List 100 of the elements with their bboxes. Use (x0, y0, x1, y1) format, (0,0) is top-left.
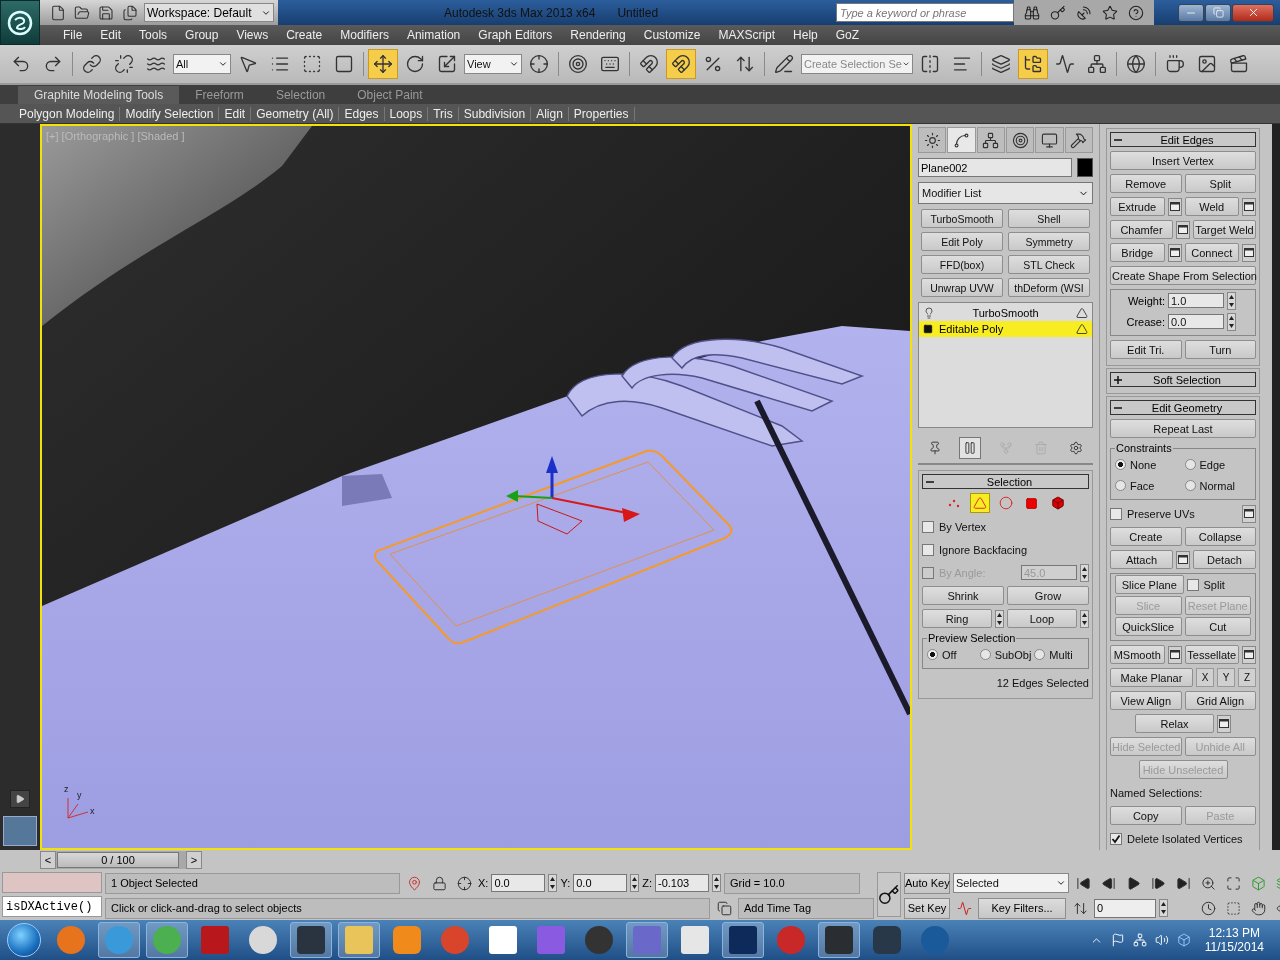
command-button[interactable]: Collapse (1184, 527, 1256, 546)
modifier-button[interactable]: FFD(box) (921, 255, 1003, 274)
previous-frame-button[interactable]: < (40, 851, 56, 869)
menu-item[interactable]: Rendering (561, 28, 635, 42)
search-field[interactable]: Type a keyword or phrase (836, 3, 1014, 22)
ribbon-panel-tab[interactable]: Geometry (All) (251, 106, 340, 121)
command-button[interactable]: View Align (1110, 691, 1182, 710)
command-button[interactable]: Make Planar (1110, 668, 1193, 687)
modifier-button[interactable]: Unwrap UVW (921, 278, 1003, 297)
ribbon-panel-tab[interactable]: Polygon Modeling (14, 106, 121, 121)
add-time-tag[interactable]: Add Time Tag (738, 897, 874, 919)
ribbon-tab[interactable]: Graphite Modeling Tools (18, 86, 180, 104)
menu-item[interactable]: Views (227, 28, 278, 42)
ribbon-panel-tab[interactable]: Properties (568, 106, 635, 121)
ribbon-tab[interactable]: Object Paint (341, 86, 439, 104)
menu-item[interactable]: MAXScript (709, 28, 785, 42)
axis-label: x (90, 806, 95, 816)
ribbon-panel-tab[interactable]: Edit (219, 106, 252, 121)
menu-item[interactable]: File (54, 28, 92, 42)
time-slider-thumb[interactable]: 0 / 100 (57, 852, 179, 868)
toolbar-dropdown[interactable]: View (464, 54, 522, 74)
menu-item[interactable]: Help (784, 28, 827, 42)
command-button[interactable]: Turn (1184, 340, 1256, 359)
next-frame-button[interactable]: > (186, 851, 202, 869)
ribbon-panel-tab[interactable]: Loops (384, 106, 429, 121)
command-button[interactable]: Repeat Last (1110, 419, 1256, 438)
spinner-field[interactable]: 0.0 (1168, 314, 1224, 329)
menu-item[interactable]: Edit (91, 28, 131, 42)
command-button[interactable]: Ring (922, 609, 992, 628)
command-button[interactable]: Connect (1184, 243, 1239, 262)
command-button[interactable]: Create (1110, 527, 1182, 546)
command-button[interactable]: Bridge (1110, 243, 1165, 262)
command-button[interactable]: Chamfer (1110, 220, 1173, 239)
command-button[interactable]: Slice Plane (1115, 575, 1184, 594)
command-button[interactable]: Grow (1007, 586, 1089, 605)
axis-button[interactable]: Y (1217, 668, 1235, 687)
key-mode-dropdown[interactable]: Selected (953, 873, 1069, 893)
modifier-button[interactable]: TurboSmooth (921, 209, 1003, 228)
rollout-header[interactable]: Soft Selection (1110, 372, 1256, 387)
modifier-button[interactable]: Symmetry (1008, 232, 1090, 251)
ribbon-tab[interactable]: Selection (259, 86, 342, 104)
command-button[interactable]: Edit Tri. (1110, 340, 1182, 359)
object-name-field[interactable]: Plane002 (918, 158, 1072, 177)
axis-button[interactable]: Z (1238, 668, 1256, 687)
toolbar-dropdown[interactable]: All (173, 54, 231, 74)
menu-item[interactable]: Customize (634, 28, 710, 42)
command-button[interactable]: Grid Align (1184, 691, 1256, 710)
spinner-field[interactable]: 1.0 (1168, 293, 1224, 308)
key-filters-button[interactable]: Key Filters... (978, 897, 1066, 919)
current-frame-field[interactable]: 0 (1094, 898, 1156, 918)
coordinate-field[interactable]: -0.103 (655, 874, 709, 892)
modifier-button[interactable]: Shell (1008, 209, 1090, 228)
rollout-header[interactable]: Edit Edges (1110, 132, 1256, 147)
command-button[interactable]: Split (1184, 174, 1256, 193)
command-button[interactable]: Detach (1193, 550, 1256, 569)
command-button[interactable]: Insert Vertex (1110, 151, 1256, 170)
menu-item[interactable]: Group (176, 28, 228, 42)
command-button[interactable]: Loop (1007, 609, 1077, 628)
modifier-button[interactable]: Edit Poly (921, 232, 1003, 251)
set-key-mode-button[interactable]: Set Key (904, 897, 950, 919)
modifier-list-dropdown[interactable]: Modifier List (918, 182, 1093, 204)
coordinate-field[interactable]: 0.0 (573, 874, 628, 892)
stack-item[interactable]: Editable Poly (919, 321, 1092, 337)
menu-item[interactable]: Tools (130, 28, 177, 42)
command-button[interactable]: Weld (1184, 197, 1239, 216)
listener-input-field[interactable]: isDXActive() (2, 896, 102, 917)
command-button[interactable]: Target Weld (1193, 220, 1256, 239)
clock-date[interactable]: 11/15/2014 (1204, 940, 1264, 954)
axis-button[interactable]: X (1196, 668, 1214, 687)
menu-item[interactable]: Animation (397, 28, 470, 42)
ribbon-tab[interactable]: Freeform (179, 86, 260, 104)
coordinate-field[interactable]: 0.0 (491, 874, 546, 892)
ribbon-panel-tab[interactable]: Modify Selection (120, 106, 220, 121)
ribbon-panel-tab[interactable]: Edges (339, 106, 385, 121)
modifier-button[interactable]: STL Check (1008, 255, 1090, 274)
command-button[interactable]: Copy (1110, 806, 1182, 825)
menu-item[interactable]: GoZ (826, 28, 869, 42)
command-button[interactable]: Create Shape From Selection (1110, 266, 1256, 285)
ribbon-panel-tab[interactable]: Align (531, 106, 569, 121)
menu-item[interactable]: Create (277, 28, 332, 42)
stack-item[interactable]: TurboSmooth (919, 305, 1092, 321)
menu-item[interactable]: Modifiers (331, 28, 398, 42)
command-button[interactable]: Extrude (1110, 197, 1165, 216)
command-button[interactable]: MSmooth (1110, 645, 1165, 664)
command-button[interactable]: QuickSlice (1115, 617, 1182, 636)
modifier-button[interactable]: thDeform (WSI (1008, 278, 1090, 297)
ribbon-panel-tab[interactable]: Tris (428, 106, 459, 121)
auto-key-button[interactable]: Auto Key (904, 872, 950, 894)
command-button[interactable]: Cut (1184, 617, 1251, 636)
rollout-header[interactable]: Edit Geometry (1110, 400, 1256, 415)
command-button[interactable]: Shrink (922, 586, 1004, 605)
command-button[interactable]: Relax (1135, 714, 1214, 733)
command-button[interactable]: Tessellate (1184, 645, 1239, 664)
command-button[interactable]: Attach (1110, 550, 1173, 569)
command-button[interactable]: Remove (1110, 174, 1182, 193)
rollout-header[interactable]: Selection (922, 474, 1089, 489)
workspace-dropdown[interactable]: Workspace: Default (144, 3, 274, 22)
ribbon-panel-tab[interactable]: Subdivision (458, 106, 532, 121)
menu-item[interactable]: Graph Editors (469, 28, 562, 42)
clock-time[interactable]: 12:13 PM (1208, 926, 1261, 940)
